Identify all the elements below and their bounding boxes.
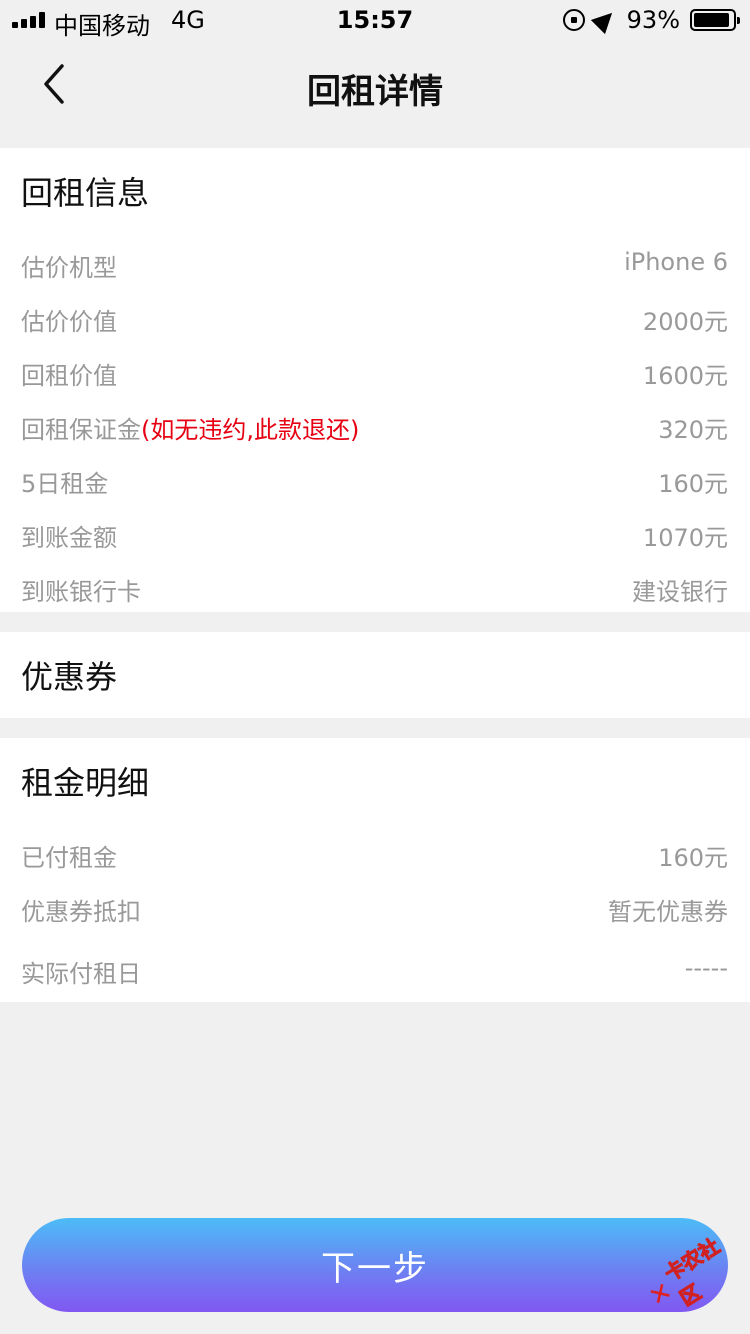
- deposit-refund-note: (如无违约,此款退还): [141, 416, 360, 444]
- row-label: 估价价值: [21, 308, 117, 336]
- row-value: 1600元: [642, 362, 728, 390]
- row-value: iPhone 6: [624, 248, 728, 276]
- coupon-card[interactable]: 优惠券: [0, 632, 750, 718]
- page-title: 回租详情: [307, 72, 443, 112]
- row-label: 到账金额: [21, 524, 117, 552]
- row-label: 实际付租日: [21, 960, 141, 988]
- row-received-amount: 到账金额 1070元: [0, 518, 750, 558]
- rent-info-card: 回租信息 估价机型 iPhone 6 估价价值 2000元 回租价值 1600元…: [0, 148, 750, 612]
- status-right: 93%: [562, 5, 740, 35]
- row-5day-rent: 5日租金 160元: [0, 464, 750, 504]
- row-value: 暂无优惠券: [608, 898, 728, 926]
- nav-bar: 回租详情: [0, 40, 750, 128]
- row-value: 2000元: [642, 308, 728, 336]
- row-bank-card: 到账银行卡 建设银行: [0, 572, 750, 612]
- row-label: 5日租金: [21, 470, 109, 498]
- row-paid-rent: 已付租金 160元: [0, 838, 750, 878]
- row-label: 回租保证金: [21, 416, 141, 444]
- row-label: 优惠券抵扣: [21, 898, 141, 926]
- rotation-lock-icon: [562, 9, 585, 31]
- row-model: 估价机型 iPhone 6: [0, 248, 750, 288]
- row-value: -----: [684, 954, 728, 982]
- row-deposit: 回租保证金(如无违约,此款退还) 320元: [0, 410, 750, 450]
- row-label: 到账银行卡: [21, 578, 141, 606]
- location-icon: [590, 5, 619, 35]
- row-rent-value: 回租价值 1600元: [0, 356, 750, 396]
- row-value: 160元: [658, 844, 728, 872]
- row-value: 320元: [658, 416, 728, 444]
- battery-icon: [690, 9, 740, 31]
- status-bar: 中国移动 4G 15:57 93%: [0, 0, 750, 40]
- row-coupon-deduction: 优惠券抵扣 暂无优惠券: [0, 892, 750, 932]
- rent-detail-title: 租金明细: [21, 764, 150, 802]
- row-value: 建设银行: [632, 578, 728, 606]
- row-value: 160元: [658, 470, 728, 498]
- coupon-title: 优惠券: [21, 658, 118, 696]
- row-value: 1070元: [642, 524, 728, 552]
- row-label: 估价机型: [21, 254, 117, 282]
- rent-detail-card: 租金明细 已付租金 160元 优惠券抵扣 暂无优惠券 实际付租日 -----: [0, 738, 750, 1002]
- rent-info-title: 回租信息: [21, 174, 150, 212]
- row-actual-pay-date: 实际付租日 -----: [0, 954, 750, 994]
- next-step-button[interactable]: 下一步: [22, 1218, 728, 1312]
- row-valuation: 估价价值 2000元: [0, 302, 750, 342]
- row-label: 回租价值: [21, 362, 117, 390]
- row-label: 已付租金: [21, 844, 117, 872]
- battery-percent: 93%: [626, 6, 680, 34]
